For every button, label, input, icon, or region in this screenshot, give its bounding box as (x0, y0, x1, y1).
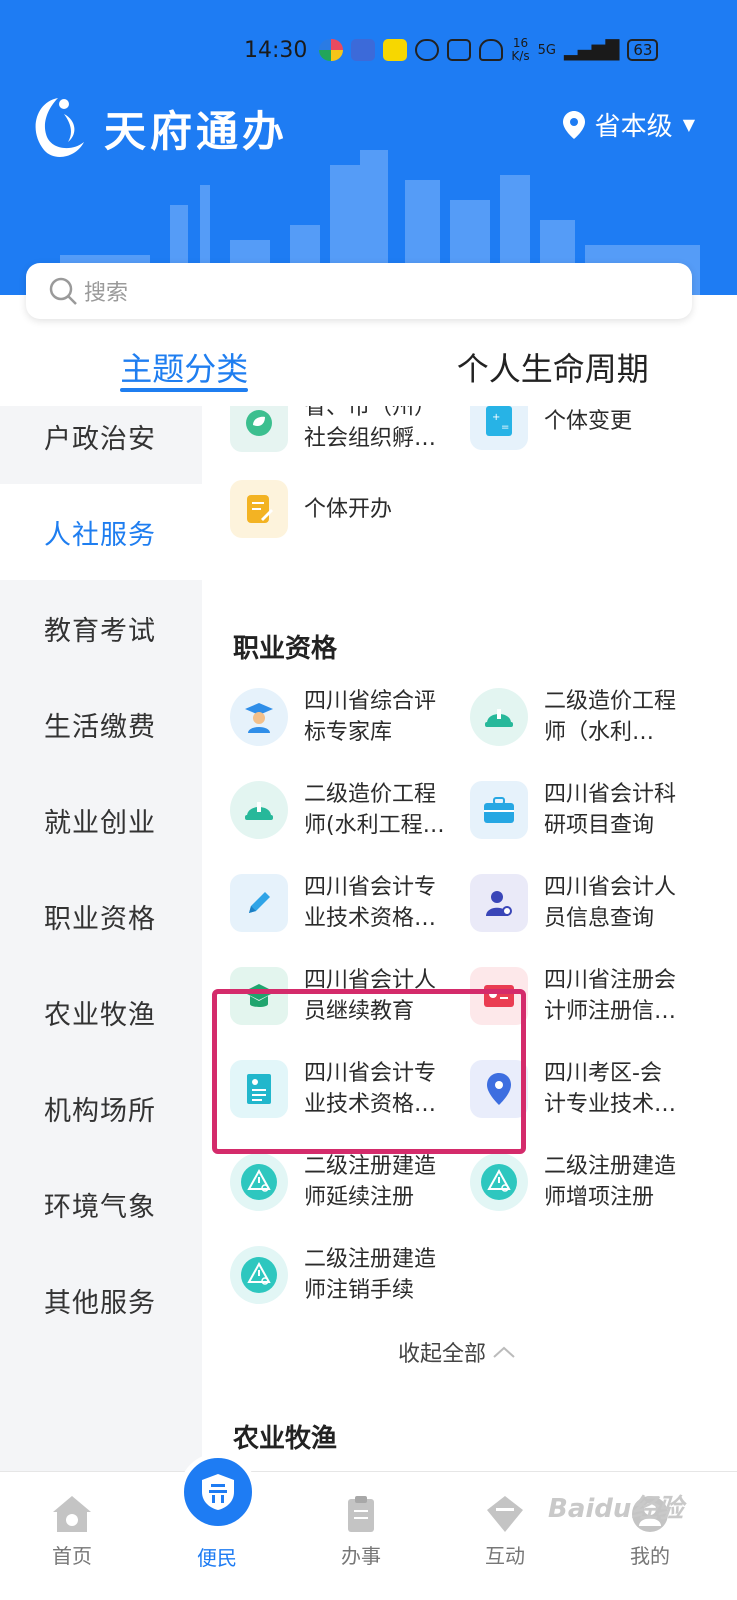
service-item[interactable]: 二级造价工程 师(水利工程… (230, 779, 454, 841)
warning-search-icon (230, 1153, 288, 1211)
helmet-icon (230, 781, 288, 839)
location-pin-icon (562, 110, 585, 139)
search-placeholder: 搜索 (84, 281, 129, 306)
app-notification-icon (319, 39, 344, 61)
home-icon (53, 1496, 91, 1532)
service-label: 个体开办 (304, 496, 393, 522)
collapse-all-button[interactable]: 收起全部 (398, 1336, 516, 1368)
calculator-icon: + = (470, 406, 528, 450)
warning-search-icon (230, 1246, 288, 1304)
location-label: 省本级 (594, 112, 673, 142)
temple-icon (202, 1474, 234, 1510)
service-label: 二级造价工程 师(水利工程… (304, 782, 445, 838)
app-logo: 天府通办 (24, 92, 288, 164)
nfc-icon (415, 39, 440, 61)
nav-convenience-label: 便民 (197, 1546, 237, 1570)
clipboard-icon (348, 1496, 374, 1532)
tab-life-cycle[interactable]: 个人生命周期 (369, 320, 737, 406)
sidebar-item-education[interactable]: 教育考试 (0, 580, 202, 676)
service-item[interactable]: 二级注册建造 师注销手续 (230, 1244, 454, 1306)
service-label: 四川省会计专 业技术资格… (304, 875, 437, 931)
service-label: 二级注册建造 师延续注册 (304, 1154, 437, 1210)
service-list: 省、市（州） 社会组织孵… + = 个体变更 个体开办 职业资格 四川省综合评 标… (202, 406, 737, 1471)
sidebar-item-other[interactable]: 其他服务 (0, 1252, 202, 1348)
section-title-agriculture: 农业牧渔 (233, 1424, 338, 1454)
sidebar-item-qualification[interactable]: 职业资格 (0, 868, 202, 964)
status-time: 14:30 (244, 37, 308, 63)
search-icon (49, 277, 77, 305)
service-item[interactable]: 四川省会计科 研项目查询 (470, 779, 694, 841)
service-label: 二级注册建造 师增项注册 (544, 1154, 677, 1210)
highlight-box (212, 989, 526, 1154)
app-screen: 14:30 16 K/s 5G ▂▄▆█ 63 天府通办 省本级 ▼ 搜索 主题… (0, 0, 737, 1600)
service-label: 个体变更 (544, 408, 633, 434)
briefcase-icon (470, 781, 528, 839)
service-item[interactable]: 个体开办 (230, 480, 454, 538)
service-label: 四川省综合评 标专家库 (304, 689, 437, 745)
tab-theme-category[interactable]: 主题分类 (0, 320, 369, 406)
service-label: 四川考区-会 计专业技术… (544, 1061, 677, 1117)
status-bar: 14:30 16 K/s 5G ▂▄▆█ 63 (244, 32, 697, 68)
diamond-icon (487, 1496, 523, 1532)
nav-home[interactable]: 首页 (27, 1494, 117, 1569)
nav-affairs[interactable]: 办事 (316, 1494, 406, 1569)
swirl-logo-icon (35, 98, 84, 157)
category-sidebar: 户政治安 人社服务 教育考试 生活缴费 就业创业 职业资格 农业牧渔 机构场所 … (0, 406, 202, 1471)
helmet-icon (470, 688, 528, 746)
chevron-up-icon (493, 1346, 515, 1358)
collapse-label: 收起全部 (398, 1342, 487, 1367)
graduate-icon (230, 688, 288, 746)
service-item[interactable]: 二级注册建造 师延续注册 (230, 1151, 454, 1213)
alarm-icon (447, 39, 472, 61)
service-item[interactable]: 省、市（州） 社会组织孵… (230, 406, 454, 454)
svg-text:=: = (501, 422, 509, 433)
network-speed: 16 K/s (511, 36, 530, 63)
service-item[interactable]: 二级造价工程 师（水利… (470, 686, 694, 748)
nav-mine-label: 我的 (630, 1544, 670, 1568)
sidebar-item-household[interactable]: 户政治安 (0, 406, 202, 484)
nav-affairs-label: 办事 (341, 1544, 381, 1568)
headphones-icon (479, 39, 504, 61)
service-label: 四川省注册会 计师注册信… (544, 968, 677, 1024)
yy-icon (383, 39, 408, 61)
network-type: 5G (537, 42, 556, 58)
section-title-qualification: 职业资格 (233, 634, 338, 664)
header: 14:30 16 K/s 5G ▂▄▆█ 63 天府通办 省本级 ▼ (0, 0, 737, 295)
watermark: Baidu经验 (548, 1494, 684, 1524)
sidebar-item-employment[interactable]: 就业创业 (0, 772, 202, 868)
nav-convenience-button[interactable] (179, 1453, 257, 1531)
svg-text:+: + (492, 412, 500, 423)
chevron-down-icon: ▼ (682, 115, 695, 134)
signal-icon: ▂▄▆█ (563, 39, 620, 61)
location-selector[interactable]: 省本级 ▼ (562, 106, 695, 143)
warning-search-icon (470, 1153, 528, 1211)
tab-bar: 主题分类 个人生命周期 (0, 320, 737, 406)
nav-home-label: 首页 (52, 1544, 92, 1568)
leaf-shield-icon (230, 406, 288, 452)
battery-icon: 63 (627, 39, 659, 61)
search-bar[interactable]: 搜索 (26, 263, 692, 319)
service-item[interactable]: 四川省会计专 业技术资格… (230, 872, 454, 934)
sidebar-item-utilities[interactable]: 生活缴费 (0, 676, 202, 772)
document-edit-icon (230, 480, 288, 538)
service-label: 二级造价工程 师（水利… (544, 689, 677, 745)
service-item[interactable]: 四川省会计人 员信息查询 (470, 872, 694, 934)
sidebar-item-environment[interactable]: 环境气象 (0, 1156, 202, 1252)
alipay-icon (351, 39, 376, 61)
sidebar-item-institutions[interactable]: 机构场所 (0, 1060, 202, 1156)
service-label: 省、市（州） 社会组织孵… (304, 406, 437, 451)
service-label: 四川省会计人 员信息查询 (544, 875, 677, 931)
sidebar-item-social-services[interactable]: 人社服务 (0, 484, 202, 580)
sidebar-item-agriculture[interactable]: 农业牧渔 (0, 964, 202, 1060)
app-title: 天府通办 (104, 106, 289, 156)
person-search-icon (470, 874, 528, 932)
pencil-icon (230, 874, 288, 932)
nav-interaction-label: 互动 (485, 1544, 525, 1568)
nav-interaction[interactable]: 互动 (460, 1494, 550, 1569)
service-item[interactable]: + = 个体变更 (470, 406, 694, 450)
service-label: 二级注册建造 师注销手续 (304, 1247, 437, 1303)
service-item[interactable]: 二级注册建造 师增项注册 (470, 1151, 694, 1213)
service-label: 四川省会计科 研项目查询 (544, 782, 677, 838)
service-item[interactable]: 四川省综合评 标专家库 (230, 686, 454, 748)
